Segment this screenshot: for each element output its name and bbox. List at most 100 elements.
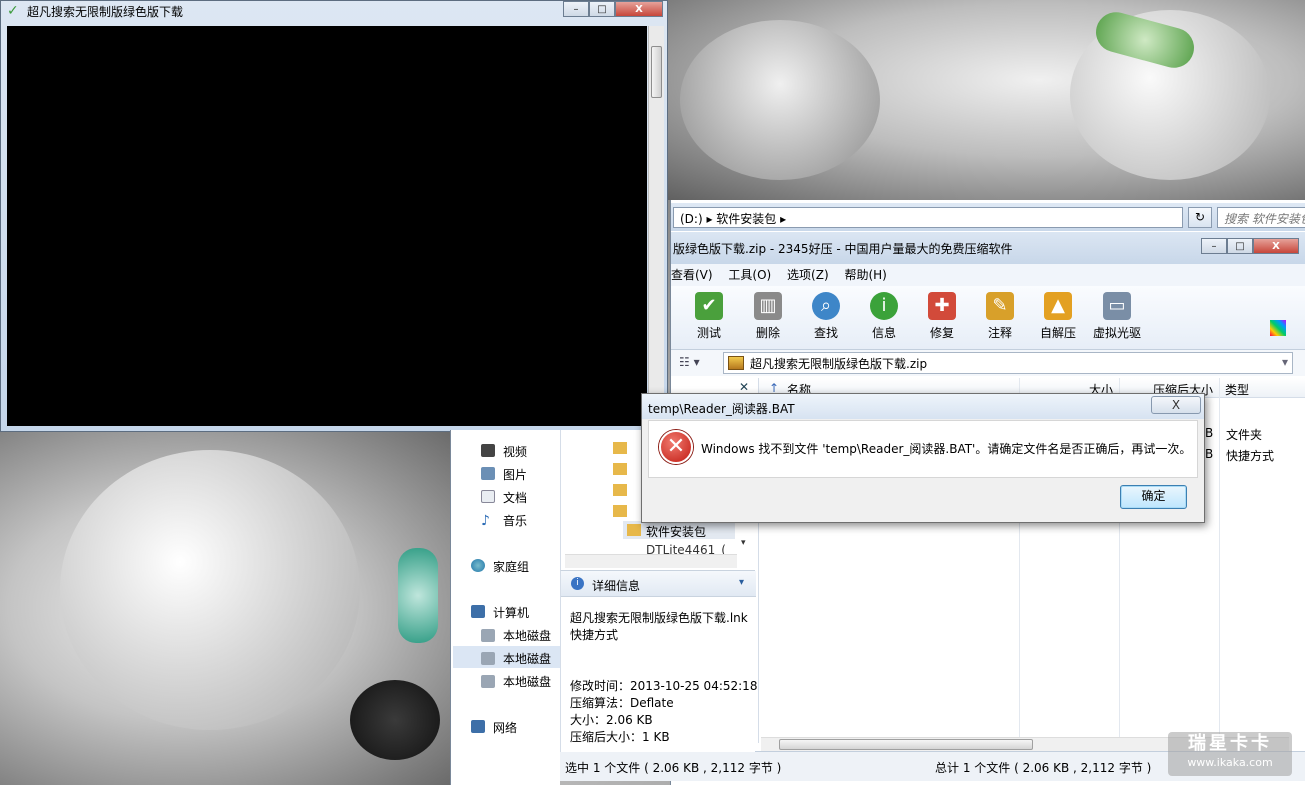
navigation-pane[interactable]: 视频 图片 文档 ♪ 音乐 家庭组 计算机 本地磁盘 本地磁盘 本地磁盘 网络 xyxy=(450,430,560,785)
ok-button[interactable]: 确定 xyxy=(1120,485,1187,509)
virtual-drive-button[interactable]: ▭ 虚拟光驱 xyxy=(1088,292,1146,341)
details-size: 大小：2.06 KB xyxy=(570,713,653,727)
status-selected: 选中 1 个文件 ( 2.06 KB , 2,112 字节 ) xyxy=(565,761,782,775)
maximize-button[interactable]: □ xyxy=(589,1,615,17)
disk-icon xyxy=(481,675,495,688)
scrollbar-thumb[interactable] xyxy=(651,46,662,98)
console-output[interactable] xyxy=(7,26,647,426)
watermark-url: www.ikaka.com xyxy=(1187,756,1273,769)
menu-bar: 查看(V) 工具(O) 选项(Z) 帮助(H) xyxy=(671,264,1305,286)
folder-icon xyxy=(613,505,627,517)
row-1-size: B xyxy=(1205,426,1214,440)
folder-icon xyxy=(613,463,627,475)
homegroup-icon xyxy=(471,559,485,572)
folder-icon xyxy=(613,442,627,454)
archive-path-text: 超凡搜索无限制版绿色版下载.zip xyxy=(750,357,928,371)
watermark-logo: 瑞星卡卡 www.ikaka.com xyxy=(1168,732,1292,776)
console-window[interactable]: ✓ 超凡搜索无限制版绿色版下载 – □ X xyxy=(0,0,668,432)
details-algorithm: 压缩算法：Deflate xyxy=(570,696,674,710)
menu-options[interactable]: 选项(Z) xyxy=(787,264,829,286)
tree-scroll-down-icon[interactable]: ▾ xyxy=(741,538,746,548)
details-modified: 修改时间：2013-10-25 04:52:18 xyxy=(570,679,758,693)
zip-maximize-button[interactable]: □ xyxy=(1227,238,1253,254)
test-button[interactable]: ✔ 测试 xyxy=(683,292,735,341)
repair-icon: ✚ xyxy=(928,292,956,320)
info-icon: i xyxy=(571,577,584,590)
details-pane: i 详细信息 ▾ 超凡搜索无限制版绿色版下载.lnk 快捷方式 修改时间：201… xyxy=(560,570,758,752)
row-2-type: 快捷方式 xyxy=(1226,449,1275,463)
video-icon xyxy=(481,444,495,457)
sfx-icon: ▲ xyxy=(1044,292,1072,320)
search-input[interactable]: 搜索 软件安装包 xyxy=(1217,207,1305,228)
zip-close-button[interactable]: X xyxy=(1253,238,1299,254)
zip-window-titlebar: 版绿色版下载.zip - 2345好压 - 中国用户量最大的免费压缩软件 – □… xyxy=(671,232,1305,264)
document-icon xyxy=(481,490,495,503)
robot-light-shape xyxy=(398,548,438,643)
disk-icon xyxy=(481,652,495,665)
chevron-down-icon[interactable]: ▾ xyxy=(739,577,744,588)
toolbar: ✔ 测试 ▥ 删除 ⌕ 查找 i 信息 ✚ 修复 ✎ 注释 ▲ 自解压 ▭ 虚拟光驱 xyxy=(671,286,1305,350)
info-button[interactable]: i 信息 xyxy=(858,292,910,341)
desktop-wallpaper-top xyxy=(640,0,1305,200)
virtual-drive-icon: ▭ xyxy=(1103,292,1131,320)
dialog-title: temp\Reader_阅读器.BAT xyxy=(648,402,795,416)
info-icon: i xyxy=(870,292,898,320)
error-message: Windows 找不到文件 'temp\Reader_阅读器.BAT'。请确定文… xyxy=(701,442,1192,456)
dialog-titlebar: temp\Reader_阅读器.BAT X xyxy=(642,394,1204,419)
dialog-close-button[interactable]: X xyxy=(1151,396,1201,414)
robot-body-shape xyxy=(60,450,360,730)
zip-window-title: 版绿色版下载.zip - 2345好压 - 中国用户量最大的免费压缩软件 xyxy=(673,242,1013,256)
error-icon: ✕ xyxy=(659,430,693,464)
tree-hscrollbar[interactable] xyxy=(565,554,737,568)
row-1-type: 文件夹 xyxy=(1226,428,1263,442)
zip-file-icon xyxy=(728,356,744,370)
address-input[interactable]: (D:) ▸ 软件安装包 ▸ xyxy=(673,207,1183,228)
dialog-body: ✕ Windows 找不到文件 'temp\Reader_阅读器.BAT'。请确… xyxy=(648,420,1198,478)
test-icon: ✔ xyxy=(695,292,723,320)
menu-view[interactable]: 查看(V) xyxy=(671,264,713,286)
skin-icon[interactable] xyxy=(1270,320,1286,336)
close-pane-icon[interactable]: ✕ xyxy=(739,380,749,394)
robot-mouth-shape xyxy=(350,680,440,760)
view-mode-icon[interactable]: ☷ ▾ xyxy=(679,355,700,369)
network-icon xyxy=(471,720,485,733)
robot-hand-shape xyxy=(680,20,880,180)
desktop-wallpaper-bottom xyxy=(0,430,450,785)
details-file-name: 超凡搜索无限制版绿色版下载.lnk xyxy=(570,611,748,625)
sfx-button[interactable]: ▲ 自解压 xyxy=(1032,292,1084,341)
disk-icon xyxy=(481,629,495,642)
watermark-brand: 瑞星卡卡 xyxy=(1188,733,1272,754)
folder-icon xyxy=(627,524,641,536)
picture-icon xyxy=(481,467,495,480)
address-bar: (D:) ▸ 软件安装包 ▸ ↻ 搜索 软件安装包 xyxy=(671,203,1305,231)
archive-path-input[interactable]: 超凡搜索无限制版绿色版下载.zip ▾ xyxy=(723,352,1293,374)
menu-help[interactable]: 帮助(H) xyxy=(844,264,886,286)
delete-icon: ▥ xyxy=(754,292,782,320)
delete-button[interactable]: ▥ 删除 xyxy=(742,292,794,341)
folder-icon xyxy=(613,484,627,496)
details-header[interactable]: i 详细信息 ▾ xyxy=(561,571,756,597)
menu-tools[interactable]: 工具(O) xyxy=(728,264,771,286)
music-icon: ♪ xyxy=(481,513,490,529)
find-button[interactable]: ⌕ 查找 xyxy=(800,292,852,341)
path-bar: ☷ ▾ 超凡搜索无限制版绿色版下载.zip ▾ xyxy=(671,350,1305,376)
tree-item-software[interactable]: 软件安装包 xyxy=(646,523,706,540)
row-2-size: B xyxy=(1205,447,1214,461)
comment-icon: ✎ xyxy=(986,292,1014,320)
close-button[interactable]: X xyxy=(615,1,663,17)
hscroll-thumb[interactable] xyxy=(779,739,1033,750)
app-logo-icon: ✓ xyxy=(7,3,19,19)
repair-button[interactable]: ✚ 修复 xyxy=(916,292,968,341)
console-title: 超凡搜索无限制版绿色版下载 xyxy=(27,5,184,19)
status-total: 总计 1 个文件 ( 2.06 KB , 2,112 字节 ) xyxy=(935,761,1152,775)
column-type[interactable]: 类型 xyxy=(1225,381,1249,398)
error-dialog[interactable]: temp\Reader_阅读器.BAT X ✕ Windows 找不到文件 't… xyxy=(641,393,1205,523)
find-icon: ⌕ xyxy=(812,292,840,320)
chevron-down-icon[interactable]: ▾ xyxy=(1282,355,1288,369)
details-file-type: 快捷方式 xyxy=(570,628,619,642)
console-scrollbar[interactable] xyxy=(648,26,664,426)
comment-button[interactable]: ✎ 注释 xyxy=(974,292,1026,341)
minimize-button[interactable]: – xyxy=(563,1,589,17)
zip-minimize-button[interactable]: – xyxy=(1201,238,1227,254)
refresh-button[interactable]: ↻ xyxy=(1188,207,1212,228)
